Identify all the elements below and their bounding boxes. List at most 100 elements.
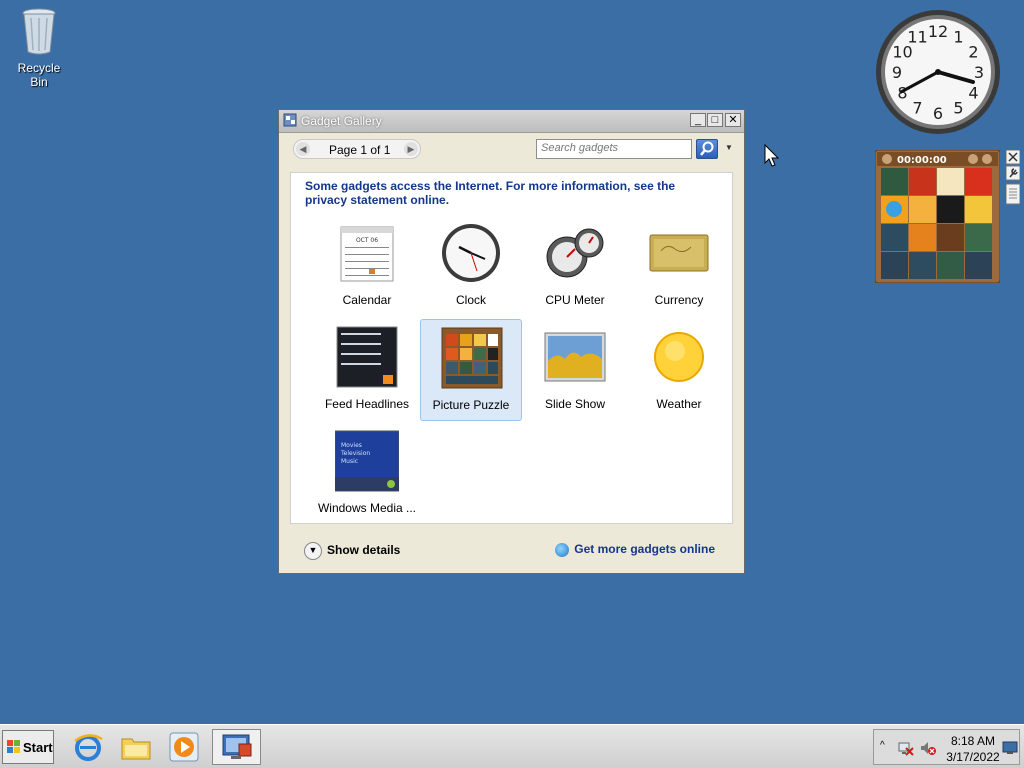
clock-icon [442,224,500,282]
media-menu-television: Television [340,450,370,457]
cpu-meter-icon [546,228,604,278]
volume-muted-icon[interactable] [920,740,936,756]
minimize-icon: _ [694,114,702,126]
next-page-button[interactable]: ▶ [404,142,418,156]
puzzle-solve-icon[interactable] [982,154,992,164]
minimize-button[interactable]: _ [690,113,706,127]
file-explorer-icon[interactable] [120,731,152,763]
page-navigator: ◀ Page 1 of 1 ▶ [293,139,421,159]
internet-notice[interactable]: Some gadgets access the Internet. For mo… [305,179,715,207]
gadget-label: Picture Puzzle [432,398,510,412]
internet-explorer-icon[interactable] [72,731,104,763]
media-menu-movies: Movies [341,442,362,449]
windows-logo-icon [7,740,20,753]
get-more-label: Get more gadgets online [574,542,715,556]
start-label: Start [23,740,53,755]
taskbar: Start ^ 8:18 AM 3/17/2022 [0,724,1024,768]
close-button[interactable]: ✕ [725,113,741,127]
mouse-cursor-icon [764,144,780,167]
gadget-drag-handle[interactable] [1005,183,1021,205]
show-details-label: Show details [327,543,401,558]
arrow-right-icon: ▶ [407,144,415,154]
start-button[interactable]: Start [2,730,54,764]
clock-date[interactable]: 3/17/2022 [946,750,1000,764]
sidebar-clock-gadget[interactable]: 12 1 2 3 4 5 6 7 8 9 10 11 [874,8,1002,136]
windows-media-center-icon: Movies Television Music [335,430,399,492]
globe-icon [555,542,570,557]
previous-page-button[interactable]: ◀ [296,142,310,156]
calendar-month-label: OCT 06 [356,237,378,244]
recycle-bin[interactable]: Recycle Bin [8,6,70,89]
clock-numeral: 2 [968,43,978,62]
page-label: Page 1 of 1 [329,143,391,157]
show-details-button[interactable]: ▼ Show details [304,542,400,560]
feed-headlines-icon [336,326,398,388]
puzzle-timer: 00:00:00 [897,155,947,166]
clock-numeral: 12 [928,22,948,41]
currency-icon [649,234,709,272]
clock-numeral: 9 [892,63,902,82]
search-icon [700,141,714,156]
get-more-gadgets-link[interactable]: Get more gadgets online [555,542,715,557]
gadget-toolbar [1005,149,1021,205]
clock-numeral: 6 [933,104,943,123]
gadget-clock[interactable]: Clock [420,215,522,317]
recycle-bin-icon [22,8,56,55]
search-input[interactable]: Search gadgets [536,139,692,159]
gadget-cpu-meter[interactable]: CPU Meter [524,215,626,317]
network-disconnected-icon[interactable] [898,740,914,756]
gadget-weather[interactable]: Weather [628,319,730,421]
window-title: Gadget Gallery [301,114,382,128]
gadget-gallery-taskbar-icon [222,734,252,759]
close-icon: ✕ [728,114,738,126]
gadget-label: Weather [656,397,702,411]
window-titlebar[interactable]: Gadget Gallery _ □ ✕ [279,110,744,133]
clock-time[interactable]: 8:18 AM [946,734,1000,748]
gadget-picture-puzzle[interactable]: Picture Puzzle [420,319,522,421]
puzzle-help-icon[interactable] [968,154,978,164]
recycle-bin-label: Recycle Bin [17,61,61,89]
gadget-feed-headlines[interactable]: Feed Headlines [316,319,418,421]
taskbar-gadget-gallery-button[interactable] [212,729,261,765]
clock-numeral: 1 [953,28,963,47]
system-tray: ^ 8:18 AM 3/17/2022 [873,729,1020,765]
clock-numeral: 5 [953,99,963,118]
clock-numeral: 3 [974,63,984,82]
clock-numeral: 8 [897,84,907,103]
gadget-label: CPU Meter [545,293,605,307]
gadget-label: Slide Show [544,397,606,411]
gadget-calendar[interactable]: OCT 06 Calendar [316,215,418,317]
calendar-icon: OCT 06 [340,226,394,282]
gadget-label: Feed Headlines [324,397,410,411]
chevron-down-icon: ▼ [304,542,322,560]
clock-numeral: 4 [968,84,978,103]
sidebar-picture-puzzle-gadget[interactable]: 00:00:00 [874,149,1001,284]
gadget-currency[interactable]: Currency [628,215,730,317]
maximize-icon: □ [711,114,719,126]
gadget-label: Currency [654,293,704,307]
picture-puzzle-icon [441,327,503,389]
puzzle-show-picture-icon[interactable] [882,154,892,164]
show-desktop-icon[interactable] [1002,741,1018,755]
gadget-list: Some gadgets access the Internet. For mo… [290,172,733,524]
gadget-gallery-app-icon [283,113,297,127]
weather-icon [654,332,704,382]
gadget-slide-show[interactable]: Slide Show [524,319,626,421]
show-hidden-icons-button[interactable]: ^ [880,740,885,751]
gallery-footer: ▼ Show details Get more gadgets online [279,523,744,573]
clock-numeral: 7 [912,99,922,118]
slide-show-icon [544,332,606,382]
search-options-dropdown[interactable]: ▼ [725,143,733,152]
gadget-label: Calendar [342,293,392,307]
media-menu-music: Music [341,458,358,465]
maximize-button[interactable]: □ [707,113,723,127]
gadget-windows-media-center[interactable]: Movies Television Music Windows Media ..… [316,423,418,525]
search-button[interactable] [696,139,718,159]
gadget-gallery-window: Gadget Gallery _ □ ✕ ◀ Page 1 of 1 ▶ Sea… [278,109,745,574]
arrow-left-icon: ◀ [299,144,307,154]
gadget-label: Clock [455,293,486,307]
gadget-label: Windows Media ... [317,501,417,515]
picture-puzzle-board: 00:00:00 [874,149,1001,284]
clock-numeral: 11 [907,28,927,47]
media-player-icon[interactable] [168,731,200,763]
